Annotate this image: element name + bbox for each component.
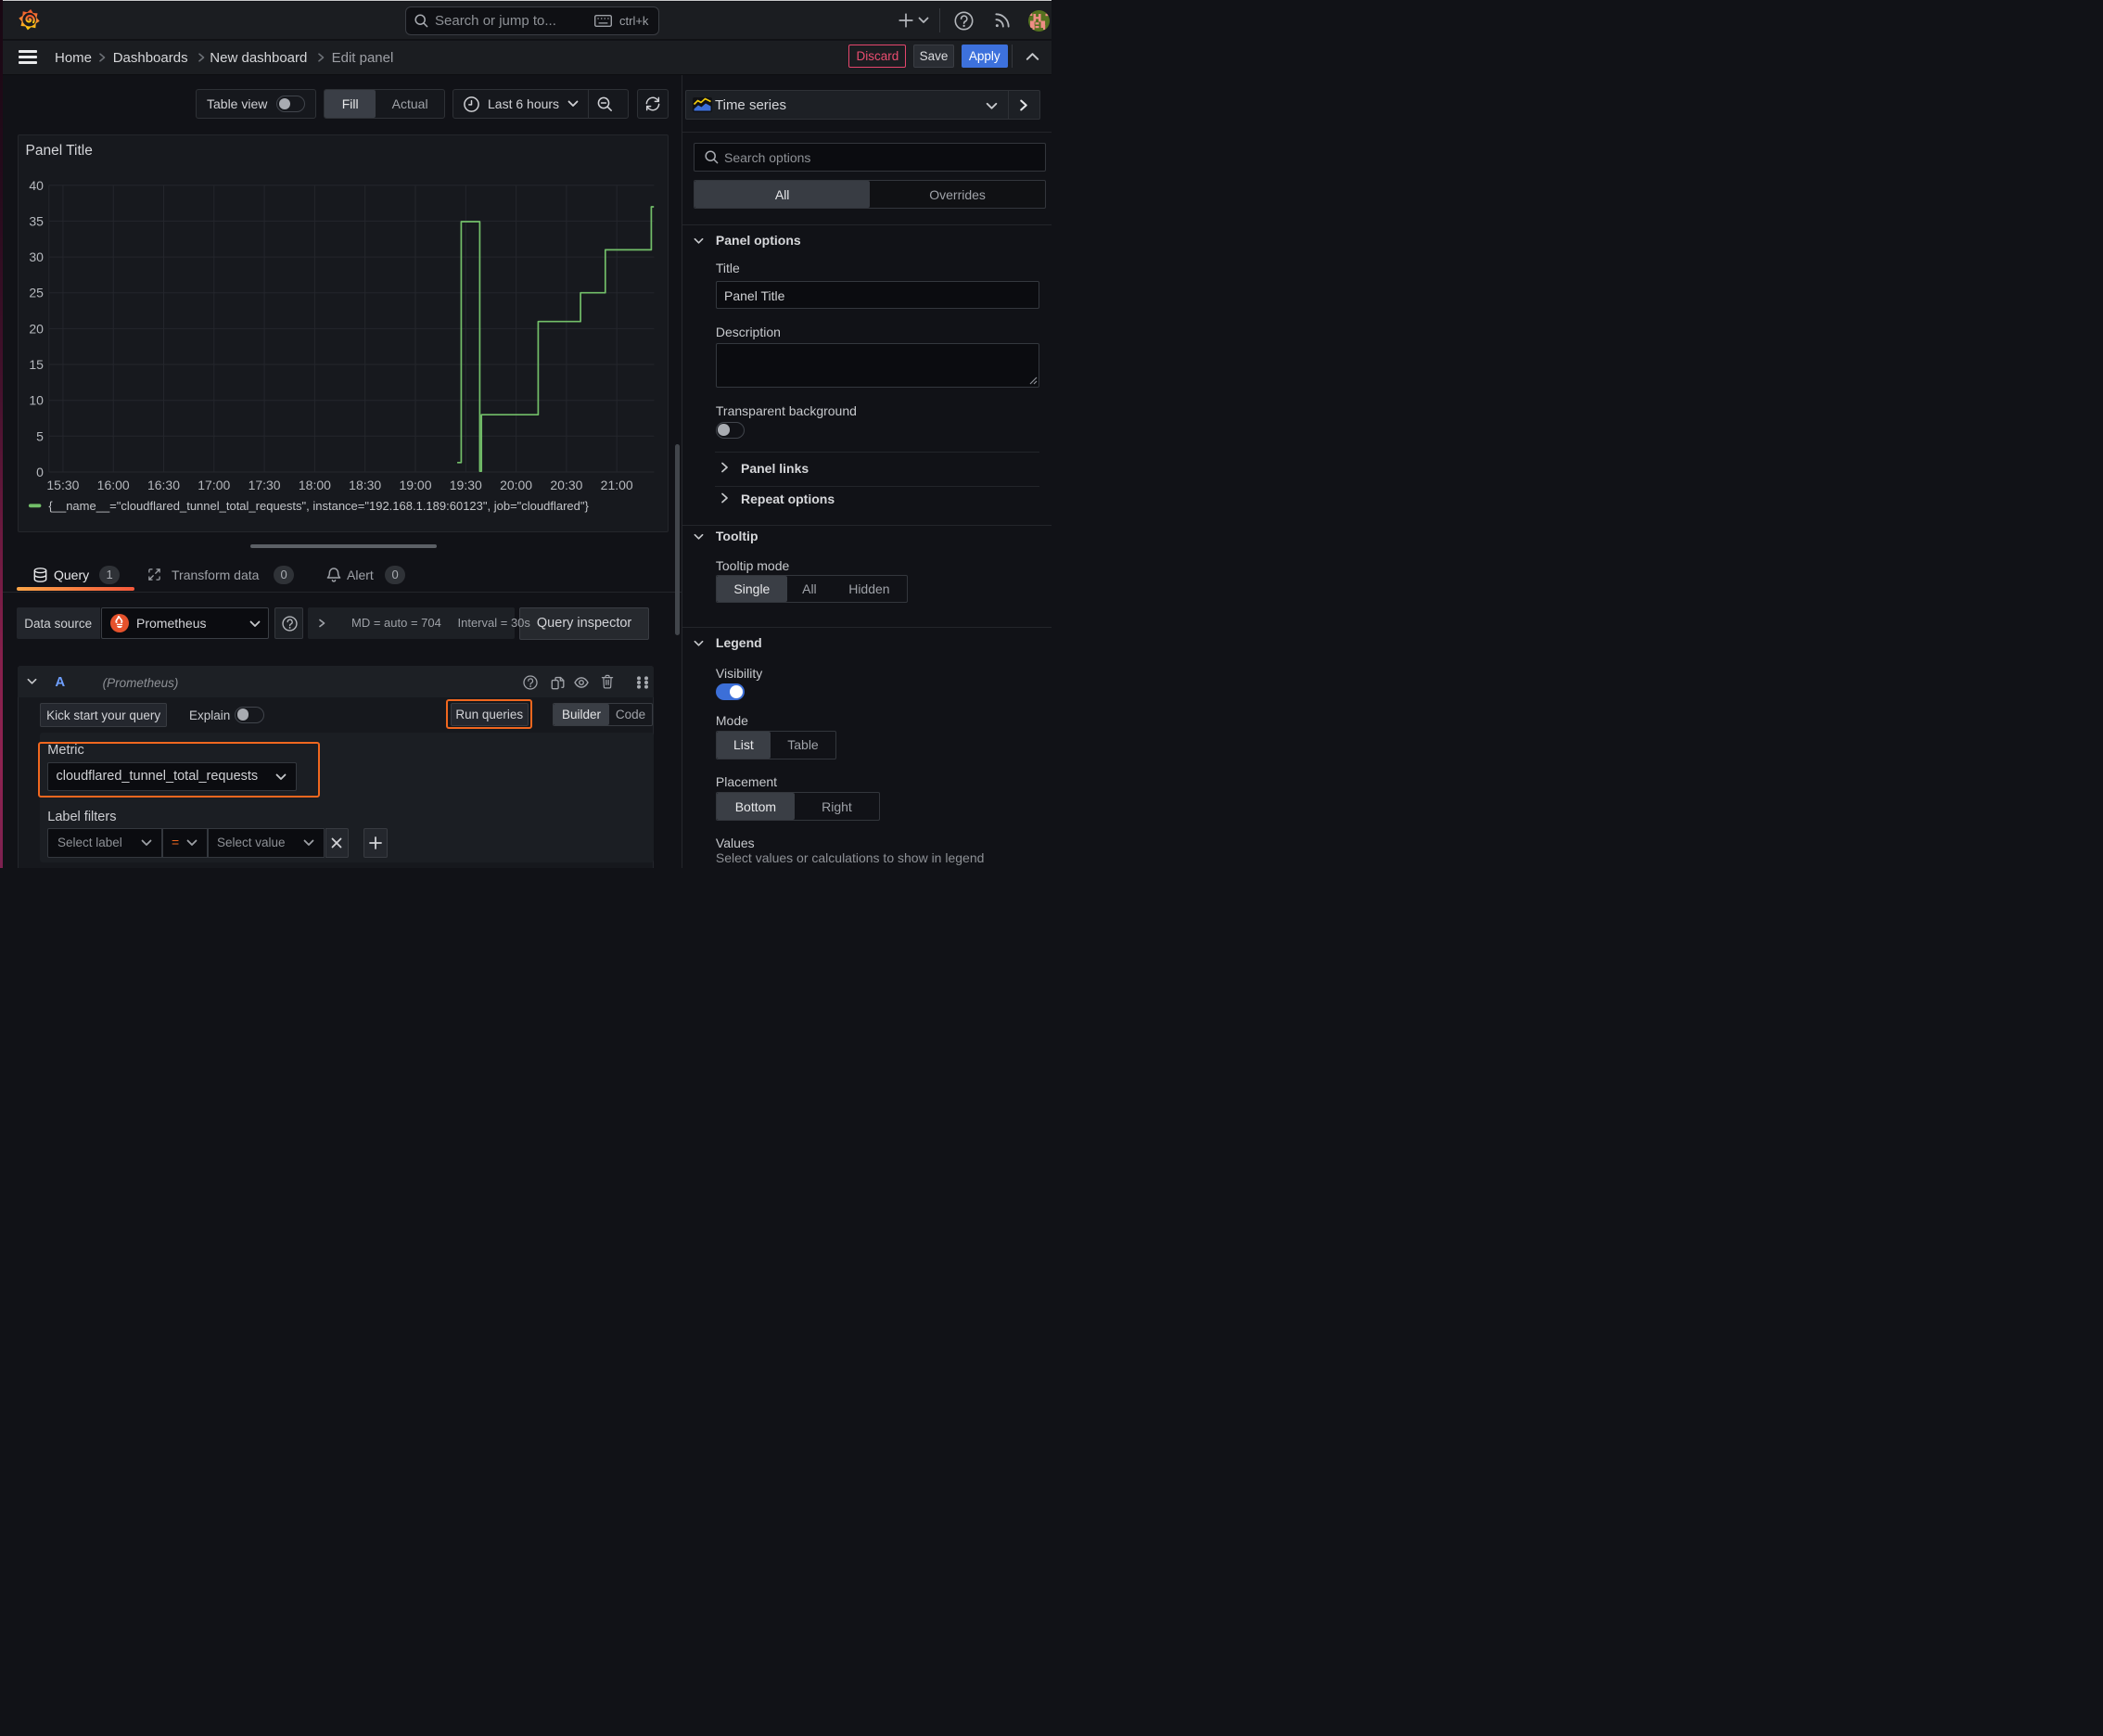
svg-text:20:30: 20:30: [550, 478, 582, 492]
svg-text:40: 40: [29, 178, 44, 193]
svg-text:0: 0: [36, 465, 44, 479]
svg-text:15: 15: [29, 357, 44, 372]
svg-text:19:00: 19:00: [399, 478, 431, 492]
svg-text:20:00: 20:00: [500, 478, 532, 492]
svg-text:21:00: 21:00: [600, 478, 632, 492]
svg-text:25: 25: [29, 286, 44, 300]
svg-text:5: 5: [36, 429, 44, 444]
svg-text:30: 30: [29, 249, 44, 264]
svg-text:16:30: 16:30: [147, 478, 180, 492]
svg-text:35: 35: [29, 214, 44, 229]
svg-text:18:00: 18:00: [298, 478, 330, 492]
svg-text:17:00: 17:00: [198, 478, 230, 492]
svg-text:19:30: 19:30: [449, 478, 481, 492]
svg-text:20: 20: [29, 322, 44, 337]
svg-text:10: 10: [29, 393, 44, 408]
svg-text:18:30: 18:30: [349, 478, 381, 492]
svg-text:17:30: 17:30: [248, 478, 280, 492]
svg-text:15:30: 15:30: [46, 478, 79, 492]
svg-text:16:00: 16:00: [96, 478, 129, 492]
svg-text:{__name__="cloudflared_tunnel_: {__name__="cloudflared_tunnel_total_requ…: [48, 499, 589, 513]
